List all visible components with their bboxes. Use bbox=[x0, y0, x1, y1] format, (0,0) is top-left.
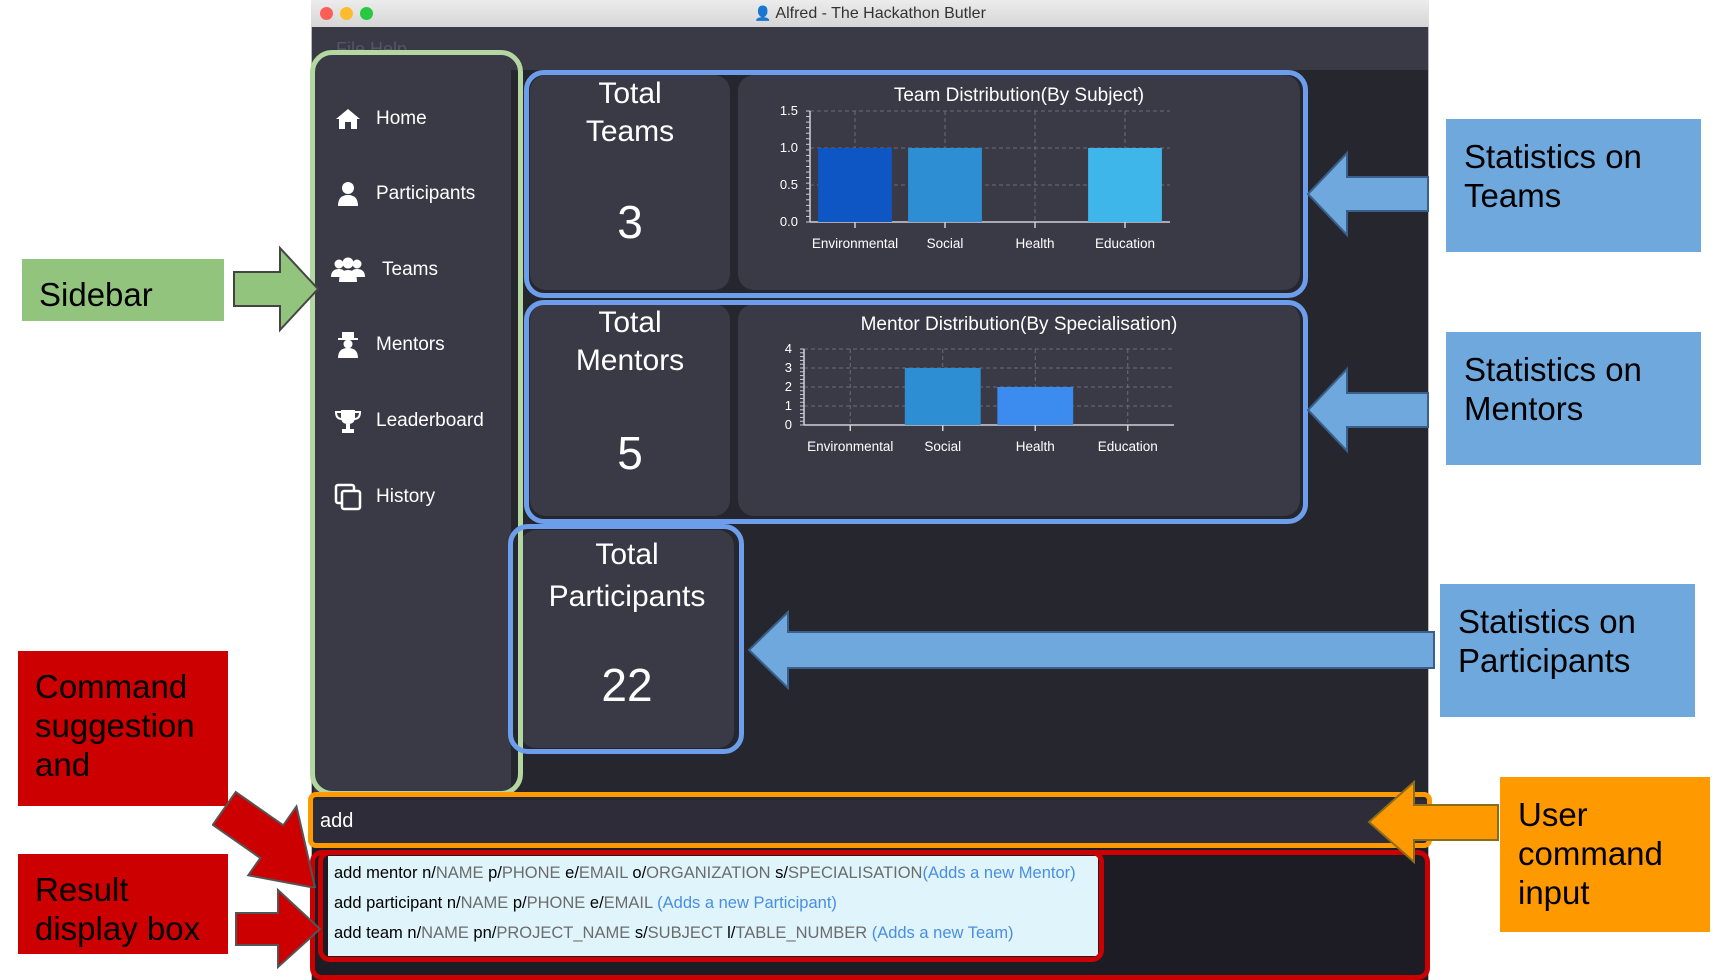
mentors-annotation: Statistics on Mentors bbox=[1446, 332, 1701, 465]
mentors-highlight bbox=[524, 300, 1308, 524]
participants-annotation: Statistics on Participants bbox=[1440, 584, 1695, 717]
sidebar-highlight bbox=[310, 50, 523, 796]
suggestion-arrow bbox=[212, 790, 317, 888]
teams-arrow bbox=[1306, 150, 1429, 238]
sidebar-annotation: Sidebar bbox=[22, 259, 224, 321]
title-bar: 👤 Alfred - The Hackathon Butler bbox=[311, 0, 1429, 28]
sidebar-arrow bbox=[233, 245, 320, 333]
window-title: 👤 Alfred - The Hackathon Butler bbox=[311, 0, 1429, 27]
input-arrow bbox=[1367, 780, 1499, 865]
result-box-highlight bbox=[310, 850, 1430, 980]
teams-annotation: Statistics on Teams bbox=[1446, 119, 1701, 252]
result-annotation: Result display box bbox=[18, 854, 228, 954]
input-annotation: User command input bbox=[1500, 777, 1710, 932]
participants-arrow bbox=[747, 610, 1435, 690]
mentors-arrow bbox=[1306, 366, 1429, 454]
suggestion-annotation: Command suggestion and bbox=[18, 651, 228, 806]
teams-highlight bbox=[524, 70, 1308, 298]
command-input-highlight bbox=[308, 792, 1432, 848]
participants-highlight bbox=[508, 524, 744, 754]
butler-icon: 👤 bbox=[754, 5, 776, 21]
window-title-text: Alfred - The Hackathon Butler bbox=[775, 5, 986, 22]
result-arrow bbox=[235, 887, 322, 970]
